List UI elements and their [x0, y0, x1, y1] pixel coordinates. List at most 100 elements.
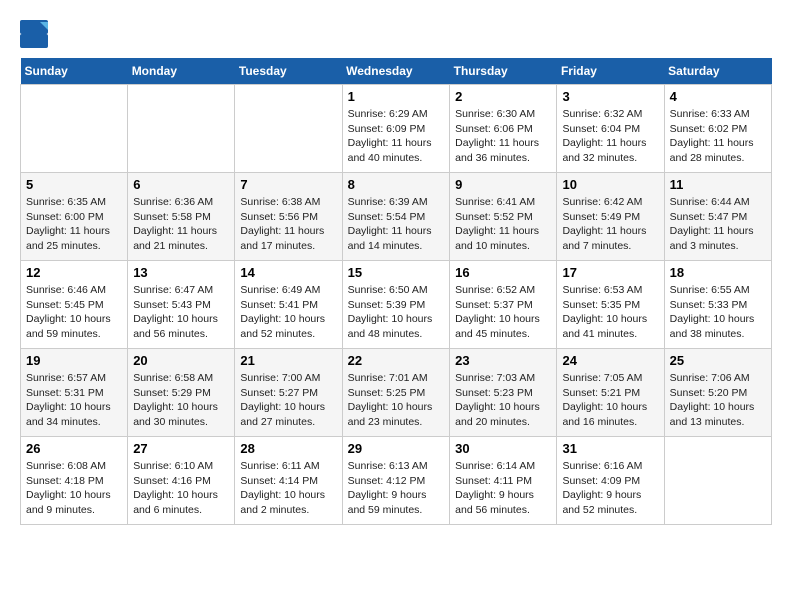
weekday-header-tuesday: Tuesday [235, 58, 342, 85]
day-number: 13 [133, 265, 229, 280]
day-number: 27 [133, 441, 229, 456]
day-number: 12 [26, 265, 122, 280]
week-row-1: 1Sunrise: 6:29 AM Sunset: 6:09 PM Daylig… [21, 85, 772, 173]
day-info: Sunrise: 6:46 AM Sunset: 5:45 PM Dayligh… [26, 283, 122, 342]
day-info: Sunrise: 6:08 AM Sunset: 4:18 PM Dayligh… [26, 459, 122, 518]
calendar-cell: 20 Sunrise: 6:58 AM Sunset: 5:29 PM Dayli… [128, 349, 235, 437]
day-number: 6 [133, 177, 229, 192]
day-number: 23 [455, 353, 551, 368]
day-info: Sunrise: 6:41 AM Sunset: 5:52 PM Dayligh… [455, 195, 551, 254]
calendar-cell: 27 Sunrise: 6:10 AM Sunset: 4:16 PM Dayli… [128, 437, 235, 525]
day-info: Sunrise: 6:36 AM Sunset: 5:58 PM Dayligh… [133, 195, 229, 254]
day-number: 7 [240, 177, 336, 192]
page-header [20, 20, 772, 48]
calendar-header: SundayMondayTuesdayWednesdayThursdayFrid… [21, 58, 772, 85]
day-number: 17 [562, 265, 658, 280]
day-number: 11 [670, 177, 766, 192]
day-info: Sunrise: 7:03 AM Sunset: 5:23 PM Dayligh… [455, 371, 551, 430]
calendar-cell: 11 Sunrise: 6:44 AM Sunset: 5:47 PM Dayli… [664, 173, 771, 261]
calendar-cell: 19 Sunrise: 6:57 AM Sunset: 5:31 PM Dayli… [21, 349, 128, 437]
day-number: 14 [240, 265, 336, 280]
week-row-2: 5Sunrise: 6:35 AM Sunset: 6:00 PM Daylig… [21, 173, 772, 261]
day-number: 18 [670, 265, 766, 280]
day-info: Sunrise: 6:11 AM Sunset: 4:14 PM Dayligh… [240, 459, 336, 518]
day-number: 8 [348, 177, 445, 192]
day-info: Sunrise: 6:14 AM Sunset: 4:11 PM Dayligh… [455, 459, 551, 518]
day-info: Sunrise: 6:53 AM Sunset: 5:35 PM Dayligh… [562, 283, 658, 342]
day-number: 21 [240, 353, 336, 368]
calendar-cell: 4 Sunrise: 6:33 AM Sunset: 6:02 PM Daylig… [664, 85, 771, 173]
calendar-cell: 16Sunrise: 6:52 AM Sunset: 5:37 PM Dayli… [450, 261, 557, 349]
day-info: Sunrise: 6:35 AM Sunset: 6:00 PM Dayligh… [26, 195, 122, 254]
calendar-cell: 15 Sunrise: 6:50 AM Sunset: 5:39 PM Dayli… [342, 261, 450, 349]
day-info: Sunrise: 7:05 AM Sunset: 5:21 PM Dayligh… [562, 371, 658, 430]
logo [20, 20, 52, 48]
day-info: Sunrise: 6:39 AM Sunset: 5:54 PM Dayligh… [348, 195, 445, 254]
weekday-header-wednesday: Wednesday [342, 58, 450, 85]
calendar-cell: 25Sunrise: 7:06 AM Sunset: 5:20 PM Dayli… [664, 349, 771, 437]
day-info: Sunrise: 6:10 AM Sunset: 4:16 PM Dayligh… [133, 459, 229, 518]
day-info: Sunrise: 6:32 AM Sunset: 6:04 PM Dayligh… [562, 107, 658, 166]
day-number: 30 [455, 441, 551, 456]
calendar-cell: 7 Sunrise: 6:38 AM Sunset: 5:56 PM Daylig… [235, 173, 342, 261]
day-number: 31 [562, 441, 658, 456]
day-info: Sunrise: 6:55 AM Sunset: 5:33 PM Dayligh… [670, 283, 766, 342]
calendar-cell: 31 Sunrise: 6:16 AM Sunset: 4:09 PM Dayli… [557, 437, 664, 525]
calendar-cell [21, 85, 128, 173]
weekday-header-monday: Monday [128, 58, 235, 85]
day-info: Sunrise: 6:33 AM Sunset: 6:02 PM Dayligh… [670, 107, 766, 166]
calendar-cell: 3 Sunrise: 6:32 AM Sunset: 6:04 PM Daylig… [557, 85, 664, 173]
day-number: 22 [348, 353, 445, 368]
calendar-table: SundayMondayTuesdayWednesdayThursdayFrid… [20, 58, 772, 525]
day-info: Sunrise: 6:38 AM Sunset: 5:56 PM Dayligh… [240, 195, 336, 254]
calendar-cell: 30 Sunrise: 6:14 AM Sunset: 4:11 PM Dayli… [450, 437, 557, 525]
calendar-cell [235, 85, 342, 173]
calendar-cell: 21Sunrise: 7:00 AM Sunset: 5:27 PM Dayli… [235, 349, 342, 437]
calendar-cell: 14 Sunrise: 6:49 AM Sunset: 5:41 PM Dayli… [235, 261, 342, 349]
day-number: 16 [455, 265, 551, 280]
day-info: Sunrise: 6:57 AM Sunset: 5:31 PM Dayligh… [26, 371, 122, 430]
day-info: Sunrise: 6:16 AM Sunset: 4:09 PM Dayligh… [562, 459, 658, 518]
calendar-cell: 28 Sunrise: 6:11 AM Sunset: 4:14 PM Dayli… [235, 437, 342, 525]
calendar-cell: 13 Sunrise: 6:47 AM Sunset: 5:43 PM Dayli… [128, 261, 235, 349]
logo-icon [20, 20, 48, 48]
day-info: Sunrise: 6:58 AM Sunset: 5:29 PM Dayligh… [133, 371, 229, 430]
calendar-cell: 22 Sunrise: 7:01 AM Sunset: 5:25 PM Dayli… [342, 349, 450, 437]
calendar-cell: 8 Sunrise: 6:39 AM Sunset: 5:54 PM Daylig… [342, 173, 450, 261]
day-number: 4 [670, 89, 766, 104]
day-number: 15 [348, 265, 445, 280]
day-number: 24 [562, 353, 658, 368]
calendar-cell: 18 Sunrise: 6:55 AM Sunset: 5:33 PM Dayli… [664, 261, 771, 349]
calendar-cell: 1Sunrise: 6:29 AM Sunset: 6:09 PM Daylig… [342, 85, 450, 173]
calendar-cell: 9 Sunrise: 6:41 AM Sunset: 5:52 PM Daylig… [450, 173, 557, 261]
day-info: Sunrise: 6:13 AM Sunset: 4:12 PM Dayligh… [348, 459, 445, 518]
day-number: 19 [26, 353, 122, 368]
calendar-cell [128, 85, 235, 173]
day-info: Sunrise: 6:50 AM Sunset: 5:39 PM Dayligh… [348, 283, 445, 342]
calendar-cell: 2Sunrise: 6:30 AM Sunset: 6:06 PM Daylig… [450, 85, 557, 173]
day-number: 26 [26, 441, 122, 456]
day-number: 2 [455, 89, 551, 104]
weekday-header-saturday: Saturday [664, 58, 771, 85]
day-number: 9 [455, 177, 551, 192]
day-info: Sunrise: 6:47 AM Sunset: 5:43 PM Dayligh… [133, 283, 229, 342]
week-row-4: 19 Sunrise: 6:57 AM Sunset: 5:31 PM Dayli… [21, 349, 772, 437]
week-row-3: 12 Sunrise: 6:46 AM Sunset: 5:45 PM Dayli… [21, 261, 772, 349]
day-info: Sunrise: 6:44 AM Sunset: 5:47 PM Dayligh… [670, 195, 766, 254]
day-info: Sunrise: 6:42 AM Sunset: 5:49 PM Dayligh… [562, 195, 658, 254]
day-info: Sunrise: 6:49 AM Sunset: 5:41 PM Dayligh… [240, 283, 336, 342]
day-info: Sunrise: 7:01 AM Sunset: 5:25 PM Dayligh… [348, 371, 445, 430]
week-row-5: 26 Sunrise: 6:08 AM Sunset: 4:18 PM Dayli… [21, 437, 772, 525]
calendar-cell: 26 Sunrise: 6:08 AM Sunset: 4:18 PM Dayli… [21, 437, 128, 525]
day-number: 20 [133, 353, 229, 368]
calendar-cell: 6 Sunrise: 6:36 AM Sunset: 5:58 PM Daylig… [128, 173, 235, 261]
calendar-cell: 12 Sunrise: 6:46 AM Sunset: 5:45 PM Dayli… [21, 261, 128, 349]
calendar-cell: 23 Sunrise: 7:03 AM Sunset: 5:23 PM Dayli… [450, 349, 557, 437]
weekday-header-row: SundayMondayTuesdayWednesdayThursdayFrid… [21, 58, 772, 85]
day-info: Sunrise: 7:06 AM Sunset: 5:20 PM Dayligh… [670, 371, 766, 430]
day-number: 3 [562, 89, 658, 104]
day-number: 10 [562, 177, 658, 192]
weekday-header-sunday: Sunday [21, 58, 128, 85]
calendar-cell: 5Sunrise: 6:35 AM Sunset: 6:00 PM Daylig… [21, 173, 128, 261]
day-number: 28 [240, 441, 336, 456]
